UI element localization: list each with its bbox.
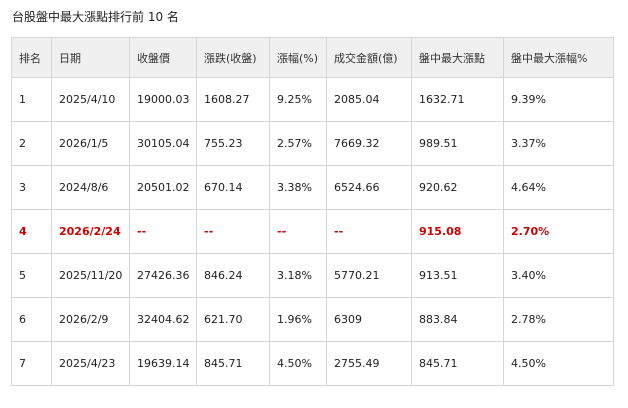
- cell-pct: 3.38%: [269, 165, 327, 210]
- cell-turnover: 6524.66: [326, 165, 412, 210]
- header-close: 收盤價: [129, 37, 197, 78]
- cell-pct: 4.50%: [269, 341, 327, 386]
- cell-rank: 2: [11, 121, 52, 166]
- cell-date: 2026/2/9: [51, 297, 130, 342]
- cell-pct: 2.57%: [269, 121, 327, 166]
- cell-max-points: 989.51: [411, 121, 504, 166]
- cell-close: 19000.03: [129, 77, 197, 122]
- header-turnover: 成交金額(億): [326, 37, 412, 78]
- table-caption: 台股盤中最大漲點排行前 10 名: [12, 10, 179, 24]
- cell-close: 30105.04: [129, 121, 197, 166]
- table-row: 3 2024/8/6 20501.02 670.14 3.38% 6524.66…: [11, 165, 614, 210]
- cell-max-pct: 4.50%: [503, 341, 614, 386]
- cell-date: 2026/1/5: [51, 121, 130, 166]
- cell-pct: 1.96%: [269, 297, 327, 342]
- cell-rank: 4: [11, 209, 52, 254]
- cell-change: 670.14: [196, 165, 270, 210]
- cell-max-pct: 3.37%: [503, 121, 614, 166]
- cell-change: 845.71: [196, 341, 270, 386]
- cell-change: --: [196, 209, 270, 254]
- cell-turnover: 2755.49: [326, 341, 412, 386]
- ranking-table: 排名 日期 收盤價 漲跌(收盤) 漲幅(%) 成交金額(億) 盤中最大漲點 盤中…: [11, 37, 614, 386]
- cell-max-points: 915.08: [411, 209, 504, 254]
- cell-date: 2025/4/10: [51, 77, 130, 122]
- cell-turnover: 2085.04: [326, 77, 412, 122]
- table-row: 5 2025/11/20 27426.36 846.24 3.18% 5770.…: [11, 253, 614, 298]
- table-row: 4 2026/2/24 -- -- -- -- 915.08 2.70%: [11, 209, 614, 254]
- header-max-pct: 盤中最大漲幅%: [503, 37, 614, 78]
- cell-date: 2025/4/23: [51, 341, 130, 386]
- table-row: 1 2025/4/10 19000.03 1608.27 9.25% 2085.…: [11, 77, 614, 122]
- header-change: 漲跌(收盤): [196, 37, 270, 78]
- header-row: 排名 日期 收盤價 漲跌(收盤) 漲幅(%) 成交金額(億) 盤中最大漲點 盤中…: [11, 37, 614, 78]
- cell-max-pct: 2.78%: [503, 297, 614, 342]
- header-rank: 排名: [11, 37, 52, 78]
- cell-max-points: 1632.71: [411, 77, 504, 122]
- cell-turnover: --: [326, 209, 412, 254]
- cell-date: 2024/8/6: [51, 165, 130, 210]
- table-row: 7 2025/4/23 19639.14 845.71 4.50% 2755.4…: [11, 341, 614, 386]
- cell-max-points: 883.84: [411, 297, 504, 342]
- header-date: 日期: [51, 37, 130, 78]
- cell-max-pct: 3.40%: [503, 253, 614, 298]
- cell-max-points: 913.51: [411, 253, 504, 298]
- cell-rank: 5: [11, 253, 52, 298]
- cell-max-pct: 4.64%: [503, 165, 614, 210]
- cell-close: 27426.36: [129, 253, 197, 298]
- cell-close: 20501.02: [129, 165, 197, 210]
- cell-pct: --: [269, 209, 327, 254]
- cell-turnover: 6309: [326, 297, 412, 342]
- table-row: 2 2026/1/5 30105.04 755.23 2.57% 7669.32…: [11, 121, 614, 166]
- cell-date: 2026/2/24: [51, 209, 130, 254]
- cell-close: 19639.14: [129, 341, 197, 386]
- cell-max-pct: 2.70%: [503, 209, 614, 254]
- cell-max-points: 920.62: [411, 165, 504, 210]
- cell-change: 621.70: [196, 297, 270, 342]
- header-pct: 漲幅(%): [269, 37, 327, 78]
- cell-close: 32404.62: [129, 297, 197, 342]
- cell-max-points: 845.71: [411, 341, 504, 386]
- cell-date: 2025/11/20: [51, 253, 130, 298]
- cell-change: 846.24: [196, 253, 270, 298]
- table-row: 6 2026/2/9 32404.62 621.70 1.96% 6309 88…: [11, 297, 614, 342]
- cell-rank: 7: [11, 341, 52, 386]
- cell-rank: 6: [11, 297, 52, 342]
- header-max-points: 盤中最大漲點: [411, 37, 504, 78]
- cell-turnover: 5770.21: [326, 253, 412, 298]
- cell-rank: 1: [11, 77, 52, 122]
- cell-change: 755.23: [196, 121, 270, 166]
- cell-close: --: [129, 209, 197, 254]
- cell-change: 1608.27: [196, 77, 270, 122]
- cell-turnover: 7669.32: [326, 121, 412, 166]
- cell-pct: 3.18%: [269, 253, 327, 298]
- cell-pct: 9.25%: [269, 77, 327, 122]
- cell-rank: 3: [11, 165, 52, 210]
- cell-max-pct: 9.39%: [503, 77, 614, 122]
